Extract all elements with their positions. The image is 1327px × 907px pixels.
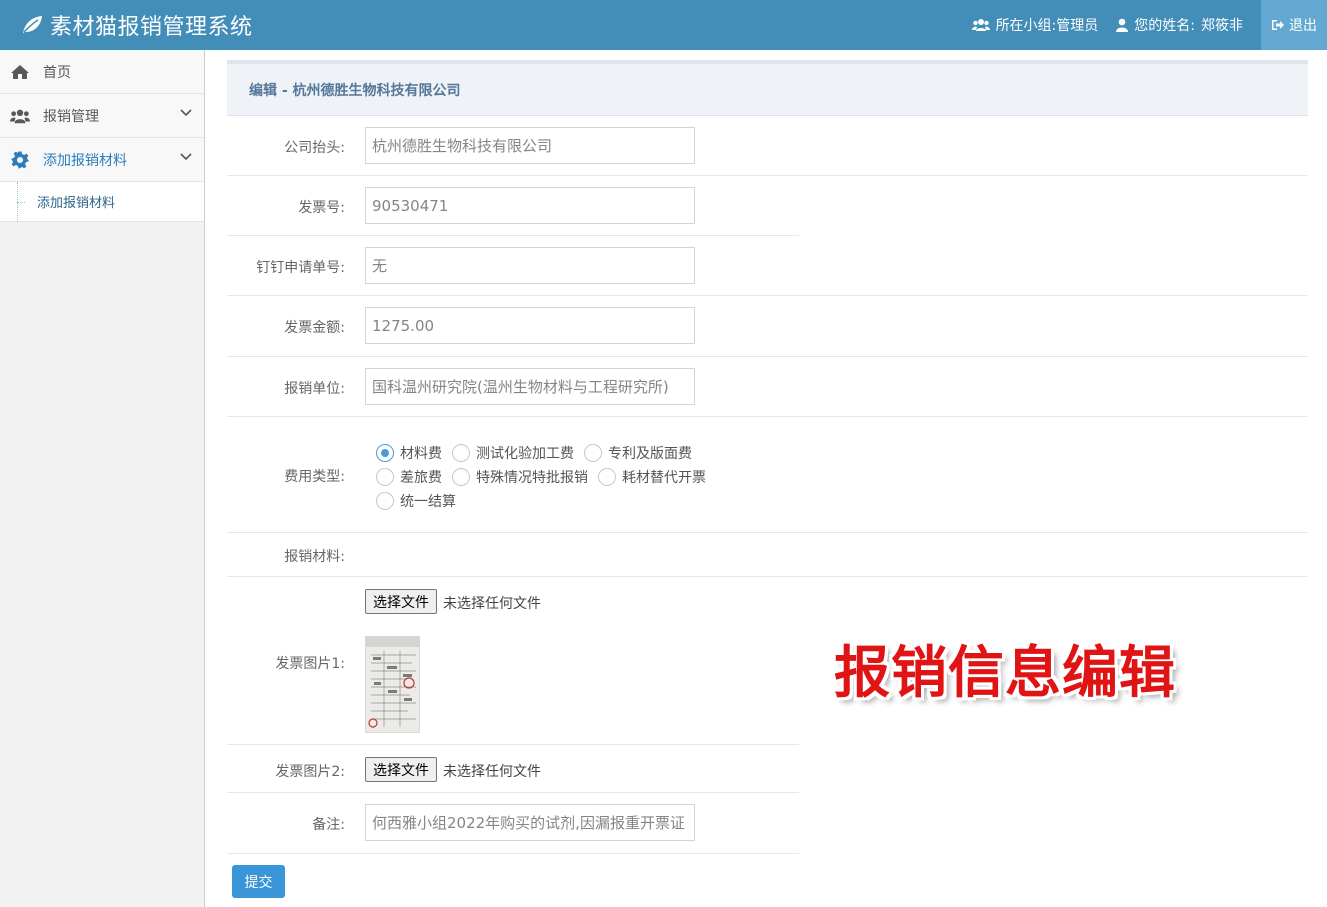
form-row-amount: 发票金额: 1275.00 <box>227 296 1308 357</box>
sidebar-item-label: 首页 <box>43 64 71 81</box>
sign-out-icon <box>1272 20 1284 30</box>
file-status-2: 未选择任何文件 <box>443 764 541 780</box>
name-label: 您的姓名: <box>1134 18 1195 34</box>
radio-unchecked-icon <box>598 468 616 486</box>
sidebar: 首页 报销管理 添加报销材料 添加报销材料 <box>0 50 205 907</box>
submit-button[interactable]: 提交 <box>232 865 285 898</box>
sidebar-subitem-label: 添加报销材料 <box>37 196 116 211</box>
main-content: 编辑 - 杭州德胜生物科技有限公司 公司抬头: 杭州德胜生物科技有限公司 发票号… <box>227 60 1308 854</box>
form-row-remark: 备注: 何西雅小组2022年购买的试剂,因漏报重开票证 <box>227 793 799 854</box>
unit-label: 报销单位: <box>284 381 345 397</box>
company-label: 公司抬头: <box>284 140 345 156</box>
choose-file-button-2[interactable]: 选择文件 <box>365 757 437 782</box>
radio-consumables[interactable]: 耗材替代开票 <box>598 467 706 487</box>
overlay-caption: 报销信息编辑 <box>834 641 1176 706</box>
gear-icon <box>10 150 30 170</box>
expense-type-label: 费用类型: <box>284 469 345 485</box>
unit-input[interactable]: 国科温州研究院(温州生物材料与工程研究所) <box>365 368 695 405</box>
chevron-down-icon <box>180 153 192 161</box>
amount-input[interactable]: 1275.00 <box>365 307 695 344</box>
radio-materials[interactable]: 材料费 <box>376 443 442 463</box>
radio-unchecked-icon <box>584 444 602 462</box>
radio-checked-icon <box>376 444 394 462</box>
brand[interactable]: 素材猫报销管理系统 <box>20 0 253 50</box>
radio-unchecked-icon <box>452 468 470 486</box>
form-row-invoice-img2: 发票图片2: 选择文件 未选择任何文件 <box>227 745 799 793</box>
invoice-img2-label: 发票图片2: <box>275 764 345 780</box>
remark-input[interactable]: 何西雅小组2022年购买的试剂,因漏报重开票证 <box>365 804 695 841</box>
radio-patent[interactable]: 专利及版面费 <box>584 443 692 463</box>
group-info: 所在小组: 管理员 <box>971 15 1099 35</box>
group-label: 所在小组: <box>995 18 1057 34</box>
radio-unchecked-icon <box>376 468 394 486</box>
form-row-invoice-no: 发票号: 90530471 <box>227 176 799 236</box>
sidebar-item-reimbursement[interactable]: 报销管理 <box>0 94 204 138</box>
app-title: 素材猫报销管理系统 <box>50 15 253 40</box>
radio-travel[interactable]: 差旅费 <box>376 467 442 487</box>
sidebar-item-add-materials[interactable]: 添加报销材料 <box>0 138 204 182</box>
top-navbar: 素材猫报销管理系统 所在小组: 管理员 您的姓名: 郑筱非 退出 <box>0 0 1327 50</box>
name-value: 郑筱非 <box>1201 18 1243 34</box>
amount-label: 发票金额: <box>284 320 345 336</box>
sidebar-item-label: 添加报销材料 <box>43 152 127 169</box>
panel-title: 编辑 - 杭州德胜生物科技有限公司 <box>227 60 1308 116</box>
sidebar-item-label: 报销管理 <box>43 108 99 125</box>
invoice-image <box>366 637 419 732</box>
invoice-no-label: 发票号: <box>298 200 345 216</box>
chevron-down-icon <box>180 109 192 117</box>
invoice-thumbnail[interactable] <box>365 636 420 733</box>
users-icon <box>971 19 990 31</box>
invoice-no-input[interactable]: 90530471 <box>365 187 695 224</box>
radio-unified[interactable]: 统一结算 <box>376 491 456 511</box>
users-icon <box>10 106 30 126</box>
user-info: 您的姓名: 郑筱非 <box>1116 15 1243 35</box>
file-status-1: 未选择任何文件 <box>443 596 541 612</box>
form-row-dingtalk: 钉钉申请单号: 无 <box>227 236 1308 296</box>
form-row-materials: 报销材料: <box>227 533 1308 577</box>
dingtalk-label: 钉钉申请单号: <box>256 260 345 276</box>
form-row-invoice-img1: 选择文件 未选择任何文件 发票图片1: <box>227 577 799 745</box>
user-icon <box>1116 18 1129 32</box>
expense-type-radio-group: 材料费 测试化验加工费 专利及版面费 差旅费 特殊情况特批报销 耗材替代开票 统… <box>376 441 816 513</box>
form-row-unit: 报销单位: 国科温州研究院(温州生物材料与工程研究所) <box>227 357 1308 417</box>
invoice-img1-label: 发票图片1: <box>275 656 345 672</box>
sidebar-item-home[interactable]: 首页 <box>0 50 204 94</box>
form-row-expense-type: 费用类型: 材料费 测试化验加工费 专利及版面费 差旅费 特殊情况特批报销 耗材… <box>227 417 1308 533</box>
radio-special[interactable]: 特殊情况特批报销 <box>452 467 588 487</box>
dingtalk-input[interactable]: 无 <box>365 247 695 284</box>
sidebar-subitem-add-materials[interactable]: 添加报销材料 <box>0 182 204 222</box>
radio-unchecked-icon <box>452 444 470 462</box>
logout-label: 退出 <box>1289 18 1317 34</box>
company-input[interactable]: 杭州德胜生物科技有限公司 <box>365 127 695 164</box>
choose-file-button-1[interactable]: 选择文件 <box>365 589 437 614</box>
materials-label: 报销材料: <box>284 549 345 565</box>
leaf-icon <box>23 16 42 33</box>
group-value: 管理员 <box>1056 18 1099 34</box>
radio-unchecked-icon <box>376 492 394 510</box>
home-icon <box>10 62 30 82</box>
radio-testing[interactable]: 测试化验加工费 <box>452 443 574 463</box>
form-row-company: 公司抬头: 杭州德胜生物科技有限公司 <box>227 116 1308 176</box>
remark-label: 备注: <box>312 817 345 833</box>
logout-button[interactable]: 退出 <box>1261 0 1327 50</box>
